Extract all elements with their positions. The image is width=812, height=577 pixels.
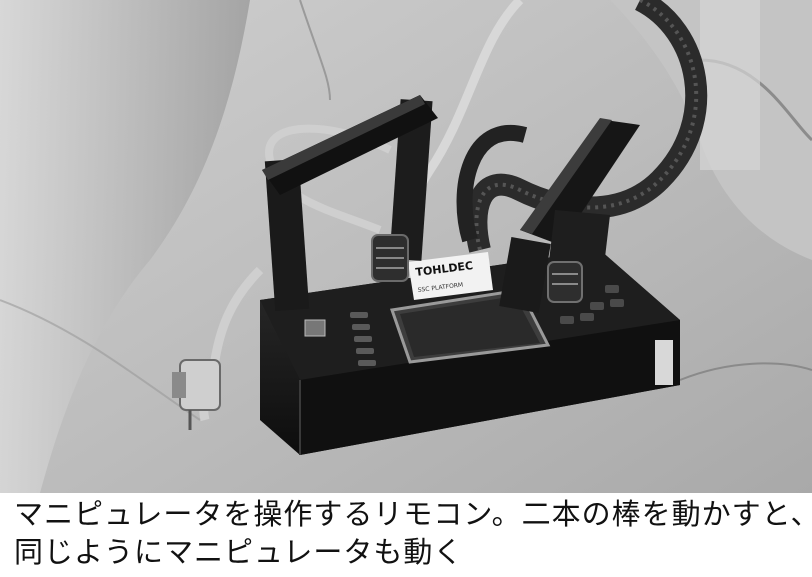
port: [304, 319, 326, 337]
caption-line-2: 同じようにマニピュレータも動く: [14, 535, 464, 569]
device-photo: TOHLDEC SSC PLATFORM: [0, 0, 812, 493]
photo-caption: マニピュレータを操作するリモコン。二本の棒を動かすと、 同じようにマニピュレータ…: [0, 495, 812, 577]
caption-line-1: マニピュレータを操作するリモコン。二本の棒を動かすと、: [14, 497, 812, 531]
